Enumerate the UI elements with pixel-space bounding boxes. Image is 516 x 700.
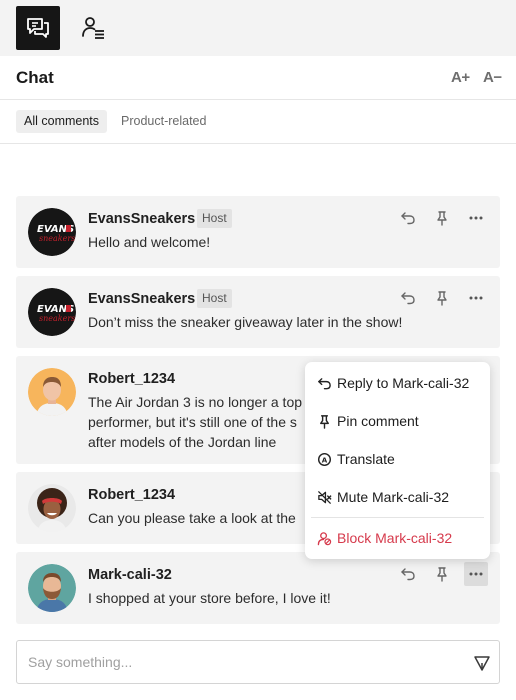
menu-item-mute[interactable]: Mute Mark-cali-32 [305, 483, 490, 511]
menu-item-label: Block Mark-cali-32 [337, 530, 453, 546]
reply-button[interactable] [396, 206, 420, 230]
font-increase-button[interactable]: A+ [451, 69, 470, 86]
comment-context-menu: Reply to Mark-cali-32 Pin comment A Tran… [305, 362, 490, 559]
message-input[interactable] [28, 651, 448, 673]
evans-sneakers-logo: EVANS sneakers [28, 208, 76, 256]
tab-all-comments[interactable]: All comments [16, 110, 108, 133]
comment-actions [396, 286, 488, 310]
comment-item: EVANS sneakers EvansSneakers Host Don’t … [16, 276, 500, 348]
svg-text:sneakers: sneakers [39, 314, 75, 323]
translate-icon: A [317, 452, 331, 466]
menu-item-label: Reply to Mark-cali-32 [337, 375, 470, 391]
comment-text: Don’t miss the sneaker giveaway later in… [88, 314, 403, 330]
comment-filter-tabs: All comments Product-related [0, 100, 516, 144]
chat-bubbles-icon [27, 18, 49, 38]
pin-icon [437, 567, 447, 582]
comment-item: EVANS sneakers EvansSneakers Host Hello … [16, 196, 500, 268]
user-photo-man [28, 368, 76, 416]
pin-button[interactable] [430, 286, 454, 310]
avatar [28, 564, 76, 612]
comment-author: EvansSneakers [88, 291, 196, 307]
menu-item-label: Mute Mark-cali-32 [337, 489, 450, 505]
user-photo-woman [28, 484, 76, 532]
comment-item: Mark-cali-32 I shopped at your store bef… [16, 552, 500, 624]
send-icon [474, 656, 490, 671]
more-horizontal-icon [469, 296, 483, 300]
comment-author: EvansSneakers [88, 211, 196, 227]
comment-author: Robert_1234 [88, 371, 176, 387]
avatar: EVANS sneakers [28, 208, 76, 256]
reply-icon [401, 292, 415, 305]
svg-text:sneakers: sneakers [39, 234, 75, 243]
mute-icon [317, 490, 332, 504]
more-options-button[interactable] [464, 286, 488, 310]
tab-product-related[interactable]: Product-related [113, 110, 214, 133]
chat-header: Chat A+ A− [0, 56, 516, 100]
reply-icon [317, 377, 331, 389]
host-badge: Host [197, 209, 232, 228]
message-input-box [16, 640, 500, 684]
pin-button[interactable] [430, 206, 454, 230]
pin-icon [437, 291, 447, 306]
comment-text-line: after models of the Jordan line [88, 434, 277, 450]
menu-divider [311, 517, 484, 518]
reply-icon [401, 568, 415, 581]
user-photo-man-beard [28, 564, 76, 612]
avatar: EVANS sneakers [28, 288, 76, 336]
comment-text-line: performer, but it's still one of the s [88, 414, 297, 430]
more-options-button[interactable] [464, 562, 488, 586]
more-horizontal-icon [469, 572, 483, 576]
reply-button[interactable] [396, 562, 420, 586]
font-decrease-button[interactable]: A− [483, 69, 502, 86]
comment-actions [396, 206, 488, 230]
comment-author: Robert_1234 [88, 487, 176, 503]
avatar [28, 368, 76, 416]
host-badge: Host [197, 289, 232, 308]
comment-text: I shopped at your store before, I love i… [88, 590, 331, 606]
more-options-button[interactable] [464, 206, 488, 230]
comment-text-line: The Air Jordan 3 is no longer a top [88, 394, 303, 410]
evans-sneakers-logo: EVANS sneakers [28, 288, 76, 336]
chat-tab-button[interactable] [16, 6, 60, 50]
viewers-tab-button[interactable] [72, 6, 116, 50]
send-button[interactable] [472, 653, 492, 673]
pin-button[interactable] [430, 562, 454, 586]
more-horizontal-icon [469, 216, 483, 220]
reply-button[interactable] [396, 286, 420, 310]
menu-item-label: Translate [337, 451, 395, 467]
menu-item-label: Pin comment [337, 413, 419, 429]
menu-item-reply[interactable]: Reply to Mark-cali-32 [305, 369, 490, 397]
pin-icon [437, 211, 447, 226]
comment-author: Mark-cali-32 [88, 567, 172, 583]
avatar [28, 484, 76, 532]
page-title: Chat [16, 68, 54, 87]
comment-actions [396, 562, 488, 586]
user-list-icon [82, 17, 104, 39]
menu-item-block[interactable]: Block Mark-cali-32 [305, 524, 490, 552]
svg-text:A: A [321, 455, 327, 464]
menu-item-translate[interactable]: A Translate [305, 445, 490, 473]
reply-icon [401, 212, 415, 225]
comment-text: Hello and welcome! [88, 234, 211, 250]
block-user-icon [317, 531, 331, 545]
top-toolbar [0, 0, 516, 56]
menu-item-pin[interactable]: Pin comment [305, 407, 490, 435]
pin-icon [319, 414, 329, 429]
comment-text: Can you please take a look at the [88, 510, 296, 526]
